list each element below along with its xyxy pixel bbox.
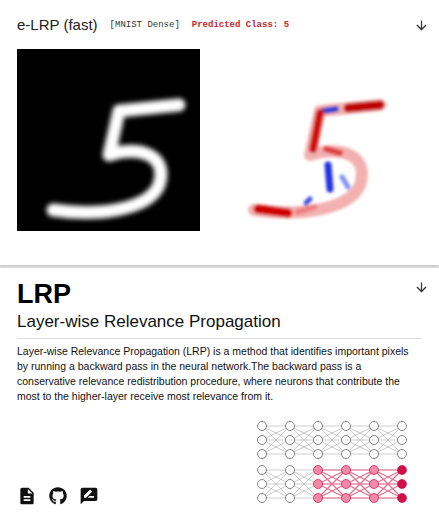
method-description: Layer-wise Relevance Propagation (LRP) i… (17, 344, 422, 404)
relevance-heatmap (218, 49, 401, 231)
method-heading: LRP (17, 278, 71, 310)
paper-icon[interactable] (17, 486, 37, 506)
method-footer (17, 418, 422, 510)
explainer-title: e-LRP (fast) (17, 14, 98, 37)
link-icons (17, 486, 99, 506)
prediction-tag: Predicted Class: 5 (192, 19, 289, 33)
method-card: LRPLayer-wise Relevance Propagation Layer… (0, 268, 439, 529)
lrp-diagram (252, 418, 422, 510)
explainer-header: e-LRP (fast) [MNIST Dense] Predicted Class… (17, 14, 422, 37)
expand-arrow-icon[interactable] (414, 18, 429, 33)
review-icon[interactable] (79, 486, 99, 506)
explainer-images (17, 49, 422, 231)
page: e-LRP (fast) [MNIST Dense] Predicted Class… (0, 0, 439, 529)
input-digit-image (17, 49, 200, 231)
method-subtitle: Layer-wise Relevance Propagation (17, 310, 422, 339)
expand-arrow-icon[interactable] (414, 280, 429, 295)
method-header: LRP (17, 278, 422, 310)
explainer-card: e-LRP (fast) [MNIST Dense] Predicted Class… (0, 0, 439, 265)
model-tag: [MNIST Dense] (110, 19, 180, 33)
github-icon[interactable] (49, 487, 67, 505)
